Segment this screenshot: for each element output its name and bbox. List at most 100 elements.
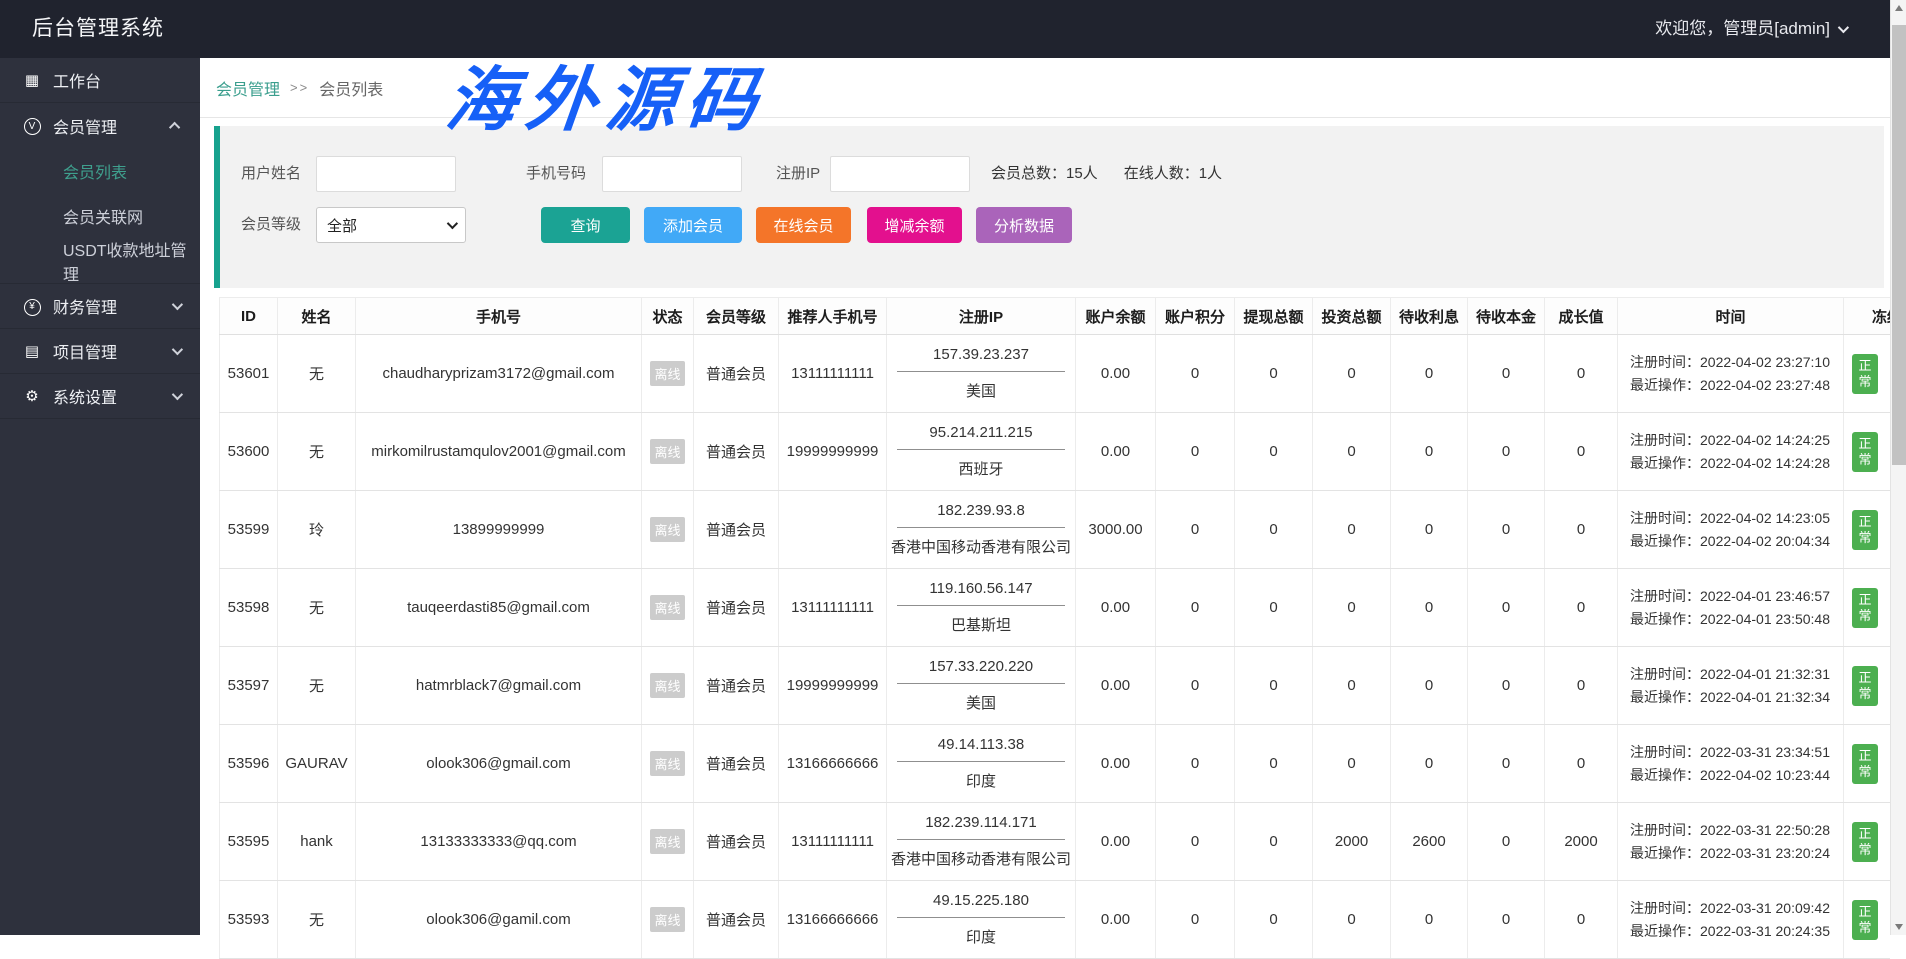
scroll-up-arrow-icon[interactable] bbox=[1891, 0, 1906, 17]
register-time: 注册时间：2022-04-02 23:27:10 bbox=[1630, 351, 1843, 374]
sidebar-item-member-management[interactable]: V 会员管理 bbox=[0, 103, 200, 148]
cell-name: 无 bbox=[278, 647, 356, 725]
breadcrumb-separator: >> bbox=[290, 80, 309, 95]
search-button[interactable]: 查询 bbox=[541, 207, 630, 243]
status-badge: 离线 bbox=[650, 439, 684, 464]
ip-address-link[interactable]: 49.15.225.180 bbox=[897, 892, 1065, 918]
cell-id: 53593 bbox=[220, 881, 278, 959]
normal-status-button[interactable]: 正常 bbox=[1852, 510, 1878, 550]
sidebar-item-member-list[interactable]: 会员列表 bbox=[0, 148, 200, 193]
cell-growth: 0 bbox=[1545, 725, 1618, 803]
cell-status: 离线 bbox=[642, 569, 694, 647]
sidebar-item-workbench[interactable]: ▦ 工作台 bbox=[0, 58, 200, 103]
adjust-balance-button[interactable]: 增减余额 bbox=[867, 207, 962, 243]
register-time: 注册时间：2022-03-31 22:50:28 bbox=[1630, 819, 1843, 842]
chevron-up-icon bbox=[169, 121, 180, 132]
cell-action: 正常 bbox=[1844, 413, 1891, 491]
cell-withdraw-total: 0 bbox=[1235, 569, 1313, 647]
online-members-button[interactable]: 在线会员 bbox=[756, 207, 851, 243]
cell-pending-principal: 0 bbox=[1468, 335, 1545, 413]
cell-id: 53598 bbox=[220, 569, 278, 647]
member-stats: 会员总数：15人 在线人数：1人 bbox=[991, 156, 1222, 192]
scrollbar-thumb[interactable] bbox=[1892, 25, 1906, 465]
ip-address-link[interactable]: 182.239.93.8 bbox=[897, 502, 1065, 528]
ip-location: 巴基斯坦 bbox=[887, 606, 1075, 635]
ip-address-link[interactable]: 119.160.56.147 bbox=[897, 580, 1065, 606]
cell-growth: 0 bbox=[1545, 569, 1618, 647]
cell-status: 离线 bbox=[642, 725, 694, 803]
table-header-row: ID 姓名 手机号 状态 会员等级 推荐人手机号 注册IP 账户余额 账户积分 … bbox=[220, 298, 1891, 335]
cell-growth: 0 bbox=[1545, 881, 1618, 959]
cell-time: 注册时间：2022-04-02 23:27:10 最近操作：2022-04-02… bbox=[1618, 335, 1844, 413]
analyze-data-button[interactable]: 分析数据 bbox=[976, 207, 1072, 243]
username-label: 用户姓名 bbox=[241, 156, 301, 192]
last-operation-time: 最近操作：2022-03-31 23:20:24 bbox=[1630, 842, 1843, 865]
sidebar-item-member-network[interactable]: 会员关联网 bbox=[0, 193, 200, 238]
status-badge: 离线 bbox=[650, 829, 684, 854]
col-points: 账户积分 bbox=[1156, 298, 1235, 335]
normal-status-button[interactable]: 正常 bbox=[1852, 900, 1878, 940]
col-withdraw-total: 提现总额 bbox=[1235, 298, 1313, 335]
cell-pending-interest: 0 bbox=[1391, 569, 1468, 647]
ip-address-link[interactable]: 157.39.23.237 bbox=[897, 346, 1065, 372]
cell-withdraw-total: 0 bbox=[1235, 413, 1313, 491]
last-operation-time: 最近操作：2022-04-01 23:50:48 bbox=[1630, 608, 1843, 631]
cell-balance: 0.00 bbox=[1076, 569, 1156, 647]
normal-status-button[interactable]: 正常 bbox=[1852, 432, 1878, 472]
last-operation-time: 最近操作：2022-04-02 23:27:48 bbox=[1630, 374, 1843, 397]
ip-address-link[interactable]: 95.214.211.215 bbox=[897, 424, 1065, 450]
normal-status-button[interactable]: 正常 bbox=[1852, 588, 1878, 628]
cell-balance: 0.00 bbox=[1076, 413, 1156, 491]
register-ip-input[interactable] bbox=[830, 156, 970, 192]
cell-register-ip: 49.15.225.180 印度 bbox=[887, 881, 1076, 959]
normal-status-button[interactable]: 正常 bbox=[1852, 666, 1878, 706]
cell-level: 普通会员 bbox=[694, 725, 779, 803]
username-input[interactable] bbox=[316, 156, 456, 192]
cell-pending-interest: 0 bbox=[1391, 413, 1468, 491]
table-row: 53599 玲 13899999999 离线 普通会员 182.239.93.8… bbox=[220, 491, 1891, 569]
add-member-button[interactable]: 添加会员 bbox=[644, 207, 742, 243]
normal-status-button[interactable]: 正常 bbox=[1852, 354, 1878, 394]
ip-address-link[interactable]: 157.33.220.220 bbox=[897, 658, 1065, 684]
cell-pending-principal: 0 bbox=[1468, 491, 1545, 569]
breadcrumb-member-management[interactable]: 会员管理 bbox=[216, 76, 280, 100]
cell-points: 0 bbox=[1156, 803, 1235, 881]
app-title: 后台管理系统 bbox=[32, 0, 164, 58]
sidebar-item-finance[interactable]: ¥ 财务管理 bbox=[0, 284, 200, 329]
cell-action: 正常 bbox=[1844, 335, 1891, 413]
sidebar-item-usdt-address[interactable]: USDT收款地址管理 bbox=[0, 238, 200, 283]
ip-address-link[interactable]: 182.239.114.171 bbox=[897, 814, 1065, 840]
ip-address-link[interactable]: 49.14.113.38 bbox=[897, 736, 1065, 762]
cell-register-ip: 95.214.211.215 西班牙 bbox=[887, 413, 1076, 491]
cell-level: 普通会员 bbox=[694, 647, 779, 725]
chevron-down-icon bbox=[172, 344, 183, 355]
phone-input[interactable] bbox=[602, 156, 742, 192]
scroll-down-arrow-icon[interactable] bbox=[1891, 918, 1906, 935]
cell-withdraw-total: 0 bbox=[1235, 881, 1313, 959]
chevron-down-icon bbox=[1838, 22, 1849, 33]
sidebar-item-project[interactable]: ▤ 项目管理 bbox=[0, 329, 200, 374]
cell-action: 正常 bbox=[1844, 881, 1891, 959]
cell-pending-interest: 0 bbox=[1391, 335, 1468, 413]
col-balance: 账户余额 bbox=[1076, 298, 1156, 335]
member-level-select[interactable]: 全部 bbox=[316, 207, 466, 243]
cell-pending-principal: 0 bbox=[1468, 725, 1545, 803]
breadcrumb-member-list[interactable]: 会员列表 bbox=[319, 76, 383, 100]
welcome-text: 欢迎您，管理员[admin] bbox=[1655, 0, 1830, 58]
col-status: 状态 bbox=[642, 298, 694, 335]
cell-action: 正常 bbox=[1844, 647, 1891, 725]
sidebar-item-settings[interactable]: ⚙ 系统设置 bbox=[0, 374, 200, 419]
main-content: 会员管理 >> 会员列表 用户姓名 手机号码 注册IP 会员总数：15人 在线人… bbox=[200, 58, 1906, 935]
cell-pending-interest: 0 bbox=[1391, 491, 1468, 569]
cell-points: 0 bbox=[1156, 569, 1235, 647]
cell-name: 无 bbox=[278, 413, 356, 491]
cell-withdraw-total: 0 bbox=[1235, 491, 1313, 569]
user-menu[interactable]: 欢迎您，管理员[admin] bbox=[1655, 0, 1846, 58]
ip-location: 香港中国移动香港有限公司 bbox=[887, 840, 1075, 869]
normal-status-button[interactable]: 正常 bbox=[1852, 744, 1878, 784]
vertical-scrollbar[interactable] bbox=[1890, 0, 1906, 935]
normal-status-button[interactable]: 正常 bbox=[1852, 822, 1878, 862]
dashboard-icon: ▦ bbox=[22, 71, 42, 89]
cell-time: 注册时间：2022-03-31 23:34:51 最近操作：2022-04-02… bbox=[1618, 725, 1844, 803]
register-time: 注册时间：2022-04-02 14:23:05 bbox=[1630, 507, 1843, 530]
